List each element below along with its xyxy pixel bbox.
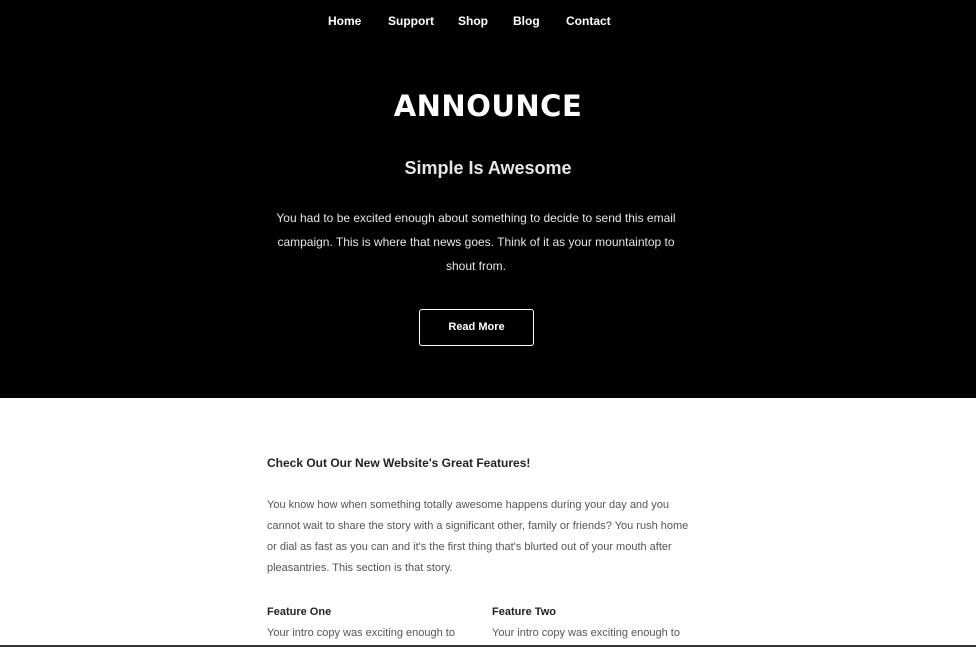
nav-link-home[interactable]: Home [328, 14, 361, 28]
feature-two-title: Feature Two [492, 606, 556, 618]
read-more-button[interactable]: Read More [419, 309, 534, 346]
feature-two-copy: Your intro copy was exciting enough to [492, 627, 680, 639]
announce-logo: ANNOUNCE [393, 89, 583, 123]
nav-link-blog[interactable]: Blog [513, 14, 540, 28]
section-body: You know how when something totally awes… [267, 499, 689, 574]
hero-section: Home Support Shop Blog Contact ANNOUNCE … [0, 0, 976, 398]
section-title: Check Out Our New Website's Great Featur… [267, 456, 531, 470]
feature-one-title: Feature One [267, 606, 332, 618]
nav-link-shop[interactable]: Shop [458, 14, 488, 28]
nav-link-support[interactable]: Support [388, 14, 434, 28]
feature-one-copy: Your intro copy was exciting enough to [267, 627, 455, 639]
hero-copy: You had to be excited enough about somet… [276, 211, 676, 273]
content-section: Check Out Our New Website's Great Featur… [0, 398, 976, 647]
hero-headline: Simple Is Awesome [404, 158, 572, 178]
nav-link-contact[interactable]: Contact [566, 14, 611, 28]
